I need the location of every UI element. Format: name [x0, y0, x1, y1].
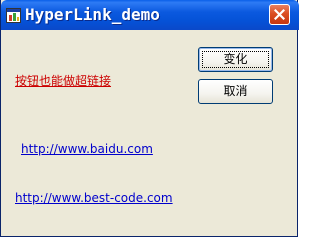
- baidu-link[interactable]: http://www.baidu.com: [21, 142, 153, 156]
- close-button[interactable]: [269, 4, 290, 25]
- cancel-button-label: 取消: [223, 84, 248, 98]
- dialog-window: HyperLink_demo 变化 取消 按钮也能做超链接 http://www…: [0, 0, 299, 237]
- change-button-label: 变化: [223, 52, 248, 66]
- cancel-button[interactable]: 取消: [198, 79, 273, 104]
- best-code-link[interactable]: http://www.best-code.com: [15, 191, 173, 205]
- close-icon: [274, 9, 285, 20]
- window-title: HyperLink_demo: [25, 5, 160, 24]
- change-button[interactable]: 变化: [198, 47, 273, 72]
- dialog-client-area: 变化 取消 按钮也能做超链接 http://www.baidu.com http…: [4, 30, 296, 234]
- title-bar[interactable]: HyperLink_demo: [1, 0, 299, 30]
- app-window-icon: [6, 8, 21, 23]
- button-hyperlink[interactable]: 按钮也能做超链接: [15, 72, 111, 89]
